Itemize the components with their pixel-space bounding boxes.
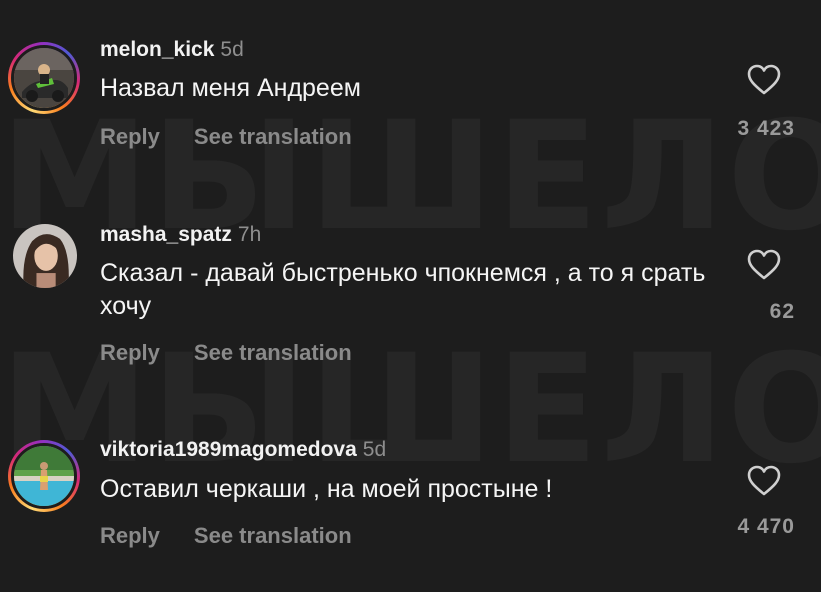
username[interactable]: melon_kick (100, 38, 214, 61)
comment-text: Сказал - давай быстренько чпокнемся , а … (100, 259, 706, 320)
like-button[interactable] (747, 249, 781, 281)
reply-button[interactable]: Reply (100, 523, 160, 549)
comments-screen: МЫШЕЛОВКА МЫШЕЛОВКА melon_kick5d Назвал … (0, 0, 821, 592)
avatar[interactable] (8, 440, 80, 512)
see-translation-button[interactable]: See translation (194, 124, 352, 150)
timestamp: 5d (362, 438, 387, 461)
like-button[interactable] (747, 465, 781, 497)
like-count: 62 (769, 300, 795, 323)
like-button[interactable] (747, 64, 781, 96)
timestamp: 7h (237, 223, 262, 246)
timestamp: 5d (220, 38, 244, 61)
comment-actions: Reply See translation (100, 523, 352, 549)
comment-header: melon_kick 5d (100, 37, 244, 63)
comment-header: viktoria1989magomedova 5d (100, 437, 386, 463)
username[interactable]: viktoria1989magomedova (100, 438, 357, 461)
heart-icon (747, 249, 781, 280)
reply-button[interactable]: Reply (100, 124, 160, 150)
avatar[interactable] (8, 42, 80, 114)
comment-header: masha_spatz 7h (100, 222, 261, 248)
like-count: 3 423 (737, 117, 795, 140)
avatar-image (13, 224, 77, 288)
reply-button[interactable]: Reply (100, 340, 160, 366)
comment-text: Назвал меня Андреем (100, 74, 361, 102)
heart-icon (747, 465, 781, 496)
avatar[interactable] (13, 224, 77, 288)
comment-text: Оставил черкаши , на моей простыне ! (100, 475, 553, 503)
avatar-image (14, 48, 74, 108)
comment-actions: Reply See translation (100, 124, 352, 150)
heart-icon (747, 64, 781, 95)
see-translation-button[interactable]: See translation (194, 340, 352, 366)
like-count: 4 470 (737, 515, 795, 538)
comment-actions: Reply See translation (100, 340, 352, 366)
avatar-image (14, 446, 74, 506)
see-translation-button[interactable]: See translation (194, 523, 352, 549)
username[interactable]: masha_spatz (100, 223, 232, 246)
